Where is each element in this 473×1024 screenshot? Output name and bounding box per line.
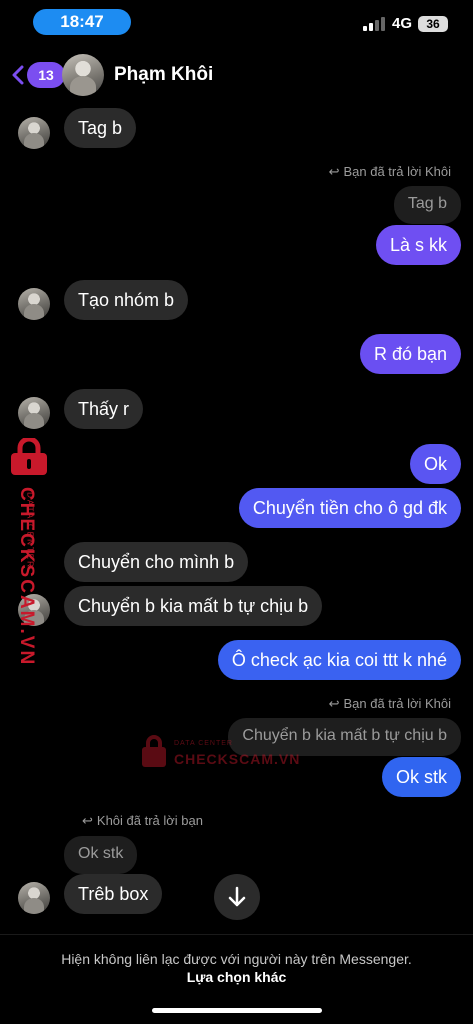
back-button[interactable]: 13 (12, 62, 65, 88)
message-outgoing[interactable]: Chuyển tiền cho ô gd đk (238, 488, 461, 528)
message-incoming[interactable]: Chuyển b kia mất b tự chịu b (64, 586, 323, 626)
status-bar: 18:47 4G 36 (0, 0, 473, 44)
contact-avatar[interactable] (62, 54, 104, 96)
status-time: 18:47 (33, 9, 131, 35)
unavailable-note: Hiện không liên lạc được với người này t… (61, 951, 412, 967)
reply-icon: ↩ (328, 696, 340, 711)
watermark-brand: CHECKSCAM.VN (174, 751, 301, 767)
reply-icon: ↩ (82, 813, 93, 828)
message-outgoing[interactable]: Là s kk (375, 225, 461, 265)
chevron-left-icon (12, 65, 24, 85)
avatar[interactable] (18, 397, 50, 429)
reply-quote[interactable]: Ok stk (64, 836, 138, 874)
watermark-brand: CHECKSCAM.VN (16, 487, 37, 667)
home-indicator[interactable] (152, 1008, 322, 1013)
reply-label: ↩ Bạn đã trả lời Khôi (328, 164, 451, 179)
message-incoming[interactable]: Tag b (64, 108, 137, 148)
message-incoming[interactable]: Thấy r (64, 389, 144, 429)
watermark: DATA CENTER CHECKSCAM.VN (140, 734, 300, 774)
avatar[interactable] (18, 882, 50, 914)
watermark-tagline: DATA CENTER (174, 740, 233, 747)
lock-icon (142, 735, 166, 767)
reply-label: ↩ Khôi đã trả lời bạn (82, 813, 203, 828)
message-incoming[interactable]: Trêb box (64, 874, 163, 914)
message-outgoing[interactable]: Ô check ạc kia coi ttt k nhé (217, 640, 461, 680)
reply-quote[interactable]: Tag b (393, 186, 461, 224)
reply-icon: ↩ (328, 164, 340, 179)
contact-name[interactable]: Phạm Khôi (114, 64, 213, 86)
battery-icon: 36 (418, 16, 448, 32)
avatar[interactable] (18, 288, 50, 320)
avatar[interactable] (18, 117, 50, 149)
reply-label: ↩ Bạn đã trả lời Khôi (328, 696, 451, 711)
watermark: DATA CENTER CHECKSCAM.VN (4, 438, 56, 666)
message-incoming[interactable]: Tạo nhóm b (64, 280, 189, 320)
network-label: 4G (392, 15, 413, 32)
chat-header: 13 Phạm Khôi (0, 50, 473, 102)
message-incoming[interactable]: Chuyển cho mình b (64, 542, 249, 582)
message-outgoing[interactable]: R đó bạn (359, 334, 461, 374)
scroll-to-bottom-button[interactable] (214, 874, 260, 920)
arrow-down-icon (228, 886, 246, 907)
message-outgoing[interactable]: Ok stk (381, 757, 461, 797)
unread-count-badge: 13 (27, 62, 65, 88)
other-options-button[interactable]: Lựa chọn khác (0, 969, 473, 985)
message-outgoing[interactable]: Ok (409, 444, 461, 484)
signal-icon (363, 17, 385, 31)
